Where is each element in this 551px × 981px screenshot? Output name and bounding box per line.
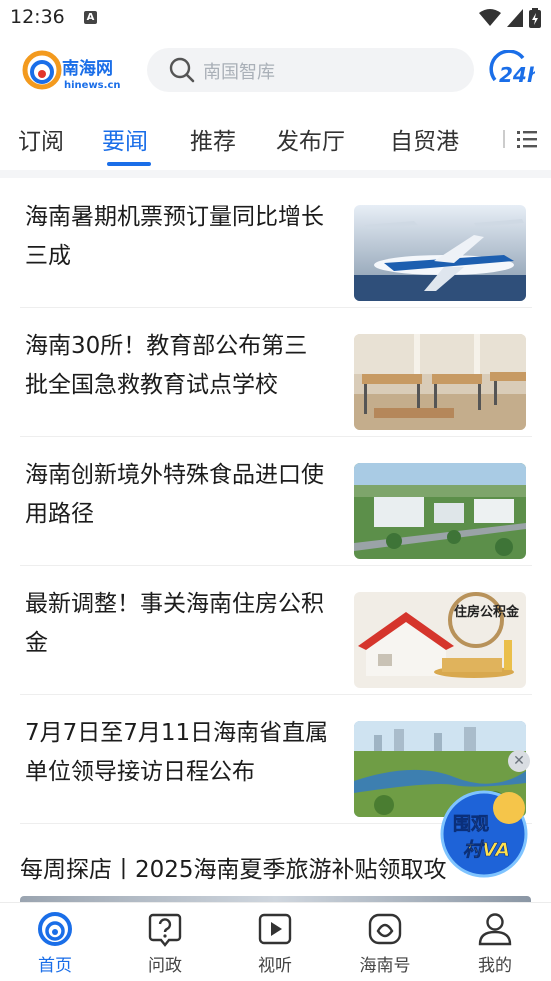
play-icon (258, 913, 292, 945)
hainan-number-icon (368, 913, 402, 945)
thumb-text: 住房公积金 (454, 604, 520, 620)
section-divider (0, 170, 551, 178)
nav-shiting[interactable]: 视听 (230, 911, 320, 977)
promo-line2: 村VA (463, 839, 510, 861)
news-title-partial[interactable]: 每周探店丨2025海南夏季旅游补贴领取攻 (20, 850, 500, 884)
promo-float-badge[interactable]: 围观 村VA (437, 786, 531, 878)
tab-headlines[interactable]: 要闻 (102, 122, 148, 156)
news-24h-button[interactable]: 24h (487, 49, 541, 90)
signal-icon (507, 9, 523, 27)
close-icon[interactable]: ✕ (508, 750, 530, 772)
tab-recommend[interactable]: 推荐 (190, 122, 236, 156)
wifi-icon (479, 9, 501, 26)
nav-home[interactable]: 首页 (10, 911, 100, 977)
status-time: 12:36 (10, 6, 65, 28)
nav-label: 海南号 (359, 956, 411, 976)
hinews-logo[interactable]: 南海网 hinews.cn (22, 48, 128, 92)
news-title: 海南暑期机票预订量同比增长三成 (25, 204, 324, 269)
news-title: 7月7日至7月11日海南省直属单位领导接访日程公布 (25, 720, 329, 785)
channel-tabs: 订阅 要闻 推荐 发布厅 自贸港 (0, 106, 551, 168)
logo-domain: hinews.cn (64, 80, 120, 91)
svg-text:24h: 24h (499, 63, 535, 87)
search-icon (169, 57, 195, 83)
user-icon (478, 913, 512, 946)
nav-label: 我的 (478, 956, 512, 976)
tab-subscribe[interactable]: 订阅 (18, 122, 64, 156)
nav-hainanhao[interactable]: 海南号 (340, 911, 430, 977)
question-bubble-icon (148, 913, 182, 947)
bottom-navigation: 首页 问政 视听 海南号 我的 (0, 902, 551, 981)
battery-icon (529, 8, 541, 28)
housing-fund-image: 住房公积金 (354, 592, 526, 688)
nav-mine[interactable]: 我的 (450, 911, 540, 977)
nav-label: 问政 (148, 956, 182, 976)
logo-text: 南海网 (62, 58, 113, 79)
search-bar[interactable]: 南国智库 (147, 48, 474, 92)
tab-release-hall[interactable]: 发布厅 (276, 122, 345, 156)
news-title: 海南创新境外特殊食品进口使用路径 (25, 462, 324, 527)
news-item[interactable]: 海南暑期机票预订量同比增长三成 (20, 180, 532, 308)
system-icons (479, 8, 541, 28)
nav-label: 首页 (38, 956, 72, 976)
news-item[interactable]: 海南创新境外特殊食品进口使用路径 (20, 438, 532, 566)
news-item[interactable]: 最新调整！事关海南住房公积金 住房公积金 (20, 567, 532, 695)
app-header: 南海网 hinews.cn 南国智库 24h (0, 36, 551, 106)
classroom-desks-image (354, 334, 526, 430)
menu-icon (503, 130, 537, 148)
nav-label: 视听 (258, 956, 292, 976)
aerial-city-image (354, 463, 526, 559)
nav-wenzheng[interactable]: 问政 (120, 911, 210, 977)
search-placeholder: 南国智库 (203, 62, 275, 83)
news-title: 海南30所！教育部公布第三批全国急救教育试点学校 (25, 333, 308, 398)
airplane-model-image (354, 205, 526, 301)
news-item[interactable]: 海南30所！教育部公布第三批全国急救教育试点学校 (20, 309, 532, 437)
tab-free-trade-port[interactable]: 自贸港 (390, 122, 459, 156)
status-bar: 12:36 A (0, 0, 551, 36)
channel-menu-button[interactable] (503, 124, 539, 154)
active-tab-indicator (107, 162, 151, 166)
promo-line1: 围观 (453, 814, 489, 835)
news-title: 最新调整！事关海南住房公积金 (25, 591, 324, 656)
home-swirl-icon (38, 912, 72, 946)
a-icon: A (84, 11, 97, 24)
news-24h-icon: 24h (489, 49, 541, 87)
